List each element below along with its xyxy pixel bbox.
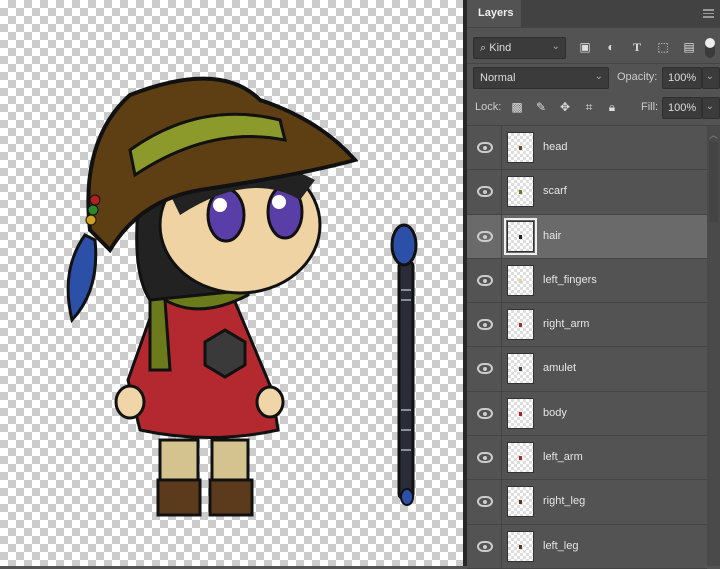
scrollbar-thumb[interactable] bbox=[709, 142, 718, 222]
lock-image-pixels-brush-icon[interactable]: ✎ bbox=[534, 100, 548, 114]
layer-thumbnail[interactable] bbox=[507, 264, 534, 296]
layer-row-scarf[interactable]: scarf bbox=[467, 170, 707, 215]
layer-thumbnail[interactable] bbox=[504, 217, 537, 255]
fill-dropdown-button[interactable]: ⌄ bbox=[702, 97, 720, 119]
layer-thumbnail[interactable] bbox=[507, 176, 534, 208]
layer-row-amulet[interactable]: amulet bbox=[467, 347, 707, 392]
blend-mode-value: Normal bbox=[480, 72, 516, 84]
visibility-eye-icon[interactable] bbox=[477, 186, 493, 198]
visibility-eye-icon[interactable] bbox=[477, 496, 493, 508]
visibility-eye-icon[interactable] bbox=[477, 407, 493, 419]
blend-mode-select[interactable]: Normal ⌄ bbox=[473, 67, 609, 89]
layer-name[interactable]: hair bbox=[543, 230, 561, 242]
layers-scrollbar[interactable]: ︿ bbox=[707, 126, 720, 566]
opacity-label: Opacity: bbox=[617, 71, 658, 83]
lock-artboard-icon[interactable]: ⌗ bbox=[582, 100, 596, 114]
thumbnail-content bbox=[519, 411, 522, 416]
visibility-eye-icon[interactable] bbox=[477, 363, 493, 375]
thumbnail-content bbox=[519, 456, 522, 461]
layer-row-body[interactable]: body bbox=[467, 391, 707, 437]
layer-name[interactable]: left_fingers bbox=[543, 274, 597, 286]
layer-name[interactable]: right_arm bbox=[543, 318, 589, 330]
layer-name[interactable]: body bbox=[543, 407, 567, 419]
thumbnail-content bbox=[519, 500, 522, 505]
row-divider bbox=[501, 126, 502, 170]
fill-input[interactable]: 100% bbox=[662, 97, 702, 119]
row-divider bbox=[501, 391, 502, 436]
staff-illustration bbox=[390, 223, 418, 506]
row-divider bbox=[501, 170, 502, 214]
scroll-up-icon[interactable]: ︿ bbox=[709, 128, 718, 141]
filter-toggle-switch[interactable] bbox=[705, 38, 715, 58]
layer-thumbnail[interactable] bbox=[507, 132, 534, 163]
shape-layer-filter-icon[interactable]: ⬚ bbox=[656, 40, 670, 54]
layer-row-left_fingers[interactable]: left_fingers bbox=[467, 258, 707, 304]
thumbnail-content bbox=[519, 544, 522, 549]
layer-row-head[interactable]: head bbox=[467, 126, 707, 171]
smart-object-filter-icon[interactable]: ▤ bbox=[682, 40, 696, 54]
visibility-eye-icon[interactable] bbox=[477, 274, 493, 286]
panel-menu-icon[interactable] bbox=[703, 9, 714, 18]
visibility-eye-icon[interactable] bbox=[477, 142, 493, 153]
chevron-down-icon: ⌄ bbox=[705, 101, 714, 112]
layer-name[interactable]: scarf bbox=[543, 185, 567, 197]
adjustment-layer-filter-icon[interactable]: ◐ bbox=[604, 40, 618, 54]
visibility-eye-icon[interactable] bbox=[477, 319, 493, 331]
filter-kind-select[interactable]: ⌕ Kind ⌄ bbox=[473, 37, 566, 59]
layers-list: head scarf hair left_fingers right_armamulet… bbox=[467, 126, 707, 569]
layer-thumbnail[interactable] bbox=[507, 397, 534, 429]
row-divider bbox=[501, 480, 502, 524]
layer-row-right_leg[interactable]: right_leg bbox=[467, 480, 707, 525]
thumbnail-content bbox=[519, 146, 522, 150]
pixel-layer-filter-icon[interactable]: ▣ bbox=[578, 40, 592, 54]
visibility-eye-icon[interactable] bbox=[477, 452, 493, 464]
filter-kind-label: Kind bbox=[489, 42, 512, 54]
layer-thumbnail[interactable] bbox=[507, 309, 534, 341]
thumbnail-content bbox=[519, 367, 522, 372]
layer-name[interactable]: left_leg bbox=[543, 540, 578, 552]
chevron-down-icon: ⌄ bbox=[705, 71, 714, 82]
lock-position-move-icon[interactable]: ✥ bbox=[558, 100, 572, 114]
document-canvas[interactable] bbox=[0, 0, 463, 566]
chevron-down-icon: ⌄ bbox=[594, 71, 603, 82]
layer-name[interactable]: left_arm bbox=[543, 451, 583, 463]
panel-tab-bar: Layers bbox=[467, 0, 720, 27]
layer-row-right_arm[interactable]: right_arm bbox=[467, 303, 707, 348]
row-divider bbox=[501, 524, 502, 568]
row-divider bbox=[501, 436, 502, 480]
thumbnail-content bbox=[519, 323, 522, 328]
type-layer-filter-icon[interactable]: T bbox=[630, 40, 644, 54]
layer-row-left_leg[interactable]: left_leg bbox=[467, 524, 707, 569]
row-divider bbox=[501, 347, 502, 391]
thumbnail-content bbox=[519, 278, 522, 283]
row-divider bbox=[501, 303, 502, 347]
wizard-character-artwork bbox=[66, 76, 418, 517]
layer-row-left_arm[interactable]: left_arm bbox=[467, 436, 707, 481]
layer-thumbnail[interactable] bbox=[507, 442, 534, 474]
row-divider bbox=[501, 214, 502, 258]
thumbnail-content bbox=[519, 190, 522, 195]
fill-label: Fill: bbox=[641, 101, 659, 113]
layer-name[interactable]: amulet bbox=[543, 362, 576, 374]
layer-thumbnail[interactable] bbox=[507, 353, 534, 385]
layer-name[interactable]: head bbox=[543, 141, 567, 153]
lock-transparent-pixels-icon[interactable]: ▩ bbox=[510, 100, 524, 114]
lock-all-icon[interactable]: 🔒︎ bbox=[605, 100, 619, 114]
layer-name[interactable]: right_leg bbox=[543, 495, 585, 507]
visibility-eye-icon[interactable] bbox=[477, 540, 493, 552]
visibility-eye-icon[interactable] bbox=[477, 230, 493, 242]
tab-layers[interactable]: Layers bbox=[467, 0, 521, 27]
chevron-down-icon: ⌄ bbox=[551, 41, 560, 52]
lock-label: Lock: bbox=[475, 101, 502, 113]
row-divider bbox=[501, 258, 502, 303]
layers-panel: Layers ⌕ Kind ⌄ ▣ ◐ T ⬚ ▤ Normal ⌄ Opacity… bbox=[467, 0, 720, 569]
thumbnail-content bbox=[519, 234, 522, 239]
opacity-dropdown-button[interactable]: ⌄ bbox=[702, 67, 720, 89]
search-icon: ⌕ bbox=[480, 42, 487, 54]
layer-row-hair[interactable]: hair bbox=[467, 214, 707, 259]
layer-thumbnail[interactable] bbox=[507, 486, 534, 518]
layer-thumbnail[interactable] bbox=[507, 530, 534, 562]
opacity-input[interactable]: 100% bbox=[662, 67, 702, 89]
